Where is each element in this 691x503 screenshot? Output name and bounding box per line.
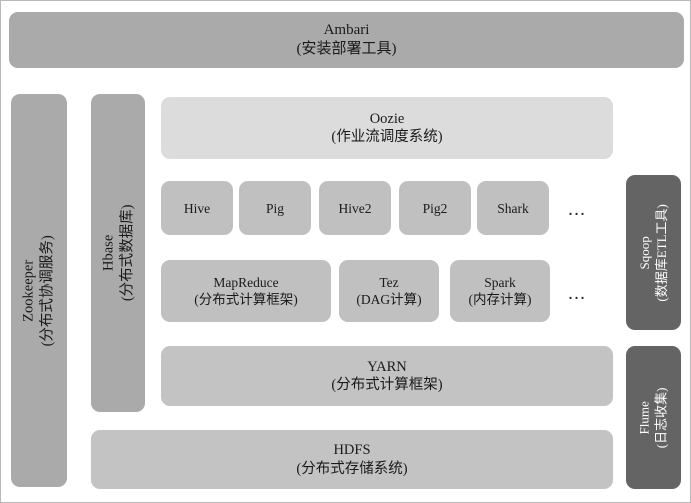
hbase-box: Hbase (分布式数据库) <box>91 94 145 412</box>
shark-title: Shark <box>497 200 529 216</box>
hive-box: Hive <box>161 181 233 235</box>
compute-layer-more-ellipsis: … <box>567 283 587 304</box>
yarn-subtitle: (分布式计算框架) <box>331 377 443 393</box>
query-layer-more-ellipsis: … <box>567 199 587 220</box>
spark-box: Spark (内存计算) <box>450 260 550 322</box>
zookeeper-label: Zookeeper (分布式协调服务) <box>20 235 58 346</box>
mapreduce-box: MapReduce (分布式计算框架) <box>161 260 331 322</box>
hbase-title: Hbase <box>100 234 117 272</box>
yarn-box: YARN (分布式计算框架) <box>161 346 613 406</box>
flume-subtitle: (日志收集) <box>653 387 669 448</box>
pig2-box: Pig2 <box>399 181 471 235</box>
pig-box: Pig <box>239 181 311 235</box>
hive-title: Hive <box>183 200 211 216</box>
tez-title: Tez <box>379 275 399 290</box>
tez-subtitle: (DAG计算) <box>356 292 422 307</box>
shark-box: Shark <box>477 181 549 235</box>
hbase-subtitle: (分布式数据库) <box>119 204 136 302</box>
yarn-title: YARN <box>367 358 407 375</box>
sqoop-box: Sqoop (数据库ETL工具) <box>626 175 681 330</box>
sqoop-title: Sqoop <box>636 235 652 270</box>
ambari-box: Ambari (安装部署工具) <box>9 12 684 68</box>
ambari-subtitle: (安装部署工具) <box>296 41 397 57</box>
hdfs-title: HDFS <box>333 442 371 459</box>
zookeeper-subtitle: (分布式协调服务) <box>40 234 57 347</box>
tez-box: Tez (DAG计算) <box>339 260 439 322</box>
flume-box: Flume (日志收集) <box>626 346 681 489</box>
mapreduce-subtitle: (分布式计算框架) <box>194 292 298 307</box>
hive2-box: Hive2 <box>319 181 391 235</box>
hbase-label: Hbase (分布式数据库) <box>99 205 137 302</box>
oozie-box: Oozie (作业流调度系统) <box>161 97 613 159</box>
ambari-title: Ambari <box>323 22 370 39</box>
hadoop-architecture-diagram: Ambari (安装部署工具) Zookeeper (分布式协调服务) Hbas… <box>0 0 691 503</box>
oozie-title: Oozie <box>369 110 405 127</box>
zookeeper-box: Zookeeper (分布式协调服务) <box>11 94 67 487</box>
sqoop-subtitle: (数据库ETL工具) <box>653 203 669 302</box>
oozie-subtitle: (作业流调度系统) <box>331 129 443 145</box>
spark-title: Spark <box>484 275 516 290</box>
sqoop-label: Sqoop (数据库ETL工具) <box>637 204 671 301</box>
hive2-title: Hive2 <box>338 200 372 216</box>
hdfs-subtitle: (分布式存储系统) <box>296 460 408 477</box>
spark-subtitle: (内存计算) <box>468 292 532 307</box>
pig-title: Pig <box>265 200 284 216</box>
zookeeper-title: Zookeeper <box>21 259 38 322</box>
pig2-title: Pig2 <box>422 200 448 216</box>
flume-label: Flume (日志收集) <box>637 387 671 448</box>
mapreduce-title: MapReduce <box>213 275 279 290</box>
hdfs-box: HDFS (分布式存储系统) <box>91 430 613 489</box>
flume-title: Flume <box>636 400 652 435</box>
